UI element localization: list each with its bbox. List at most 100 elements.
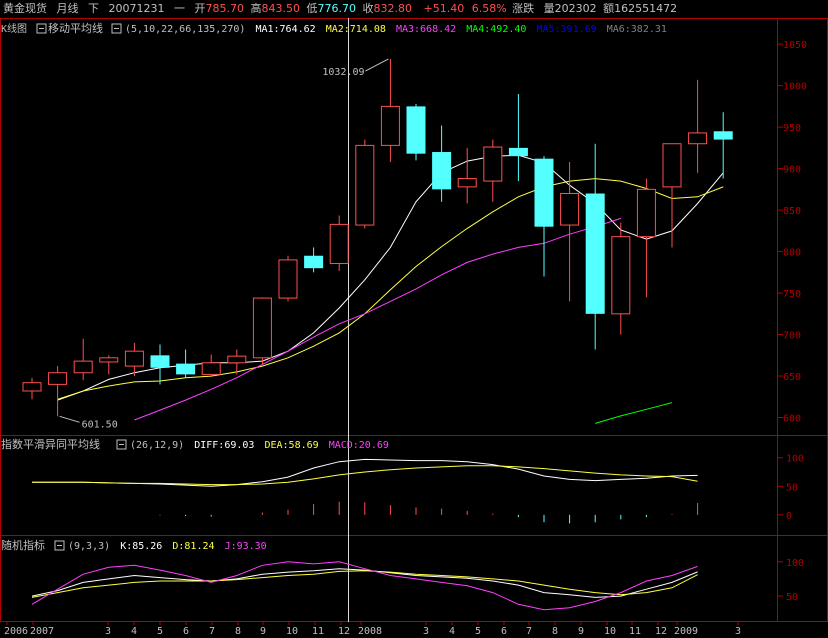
amount-value: 162551472	[614, 2, 677, 15]
x-tick-label: 4	[449, 626, 455, 637]
candle-body-up	[483, 146, 503, 182]
candle-body-up	[252, 297, 272, 359]
y-tick-label: 0	[786, 511, 792, 522]
close-value: 832.80	[374, 2, 413, 15]
candle-body-up	[380, 105, 400, 146]
high-annotation-label: 1032.09	[322, 67, 364, 78]
y-tick-label: 50	[786, 482, 798, 493]
low-value: 776.70	[318, 2, 357, 15]
y-tick-label: 650	[783, 372, 801, 383]
x-tick-label: 5	[475, 626, 481, 637]
low-annotation-leader	[59, 415, 80, 423]
dea-label: DEA:58.69	[264, 440, 318, 451]
x-tick-label: 7	[526, 626, 532, 637]
x-tick-label: 12	[655, 626, 667, 637]
j-line	[31, 561, 698, 611]
x-tick-label: 2009	[674, 626, 698, 637]
x-tick-label: 6	[183, 626, 189, 637]
open-label: 开	[195, 2, 206, 15]
j-label: J:93.30	[225, 541, 267, 552]
y-tick-label: 700	[783, 331, 801, 342]
header-bar: 黄金现货 月线 下 20071231 一 开785.70 高843.50 低77…	[3, 1, 677, 15]
open-value: 785.70	[206, 2, 245, 15]
kdj-y-axis: 50 100	[778, 558, 804, 603]
high-label: 高	[251, 1, 262, 15]
x-tick-label: 9	[260, 626, 266, 637]
volume-value: 202302	[555, 2, 597, 15]
main-panel-title: K线图	[1, 22, 27, 35]
volume-label: 量	[544, 2, 555, 15]
x-tick-label: 3	[105, 626, 111, 637]
y-tick-label: 750	[783, 289, 801, 300]
x-tick-label: 11	[312, 626, 324, 637]
y-tick-label: 100	[786, 558, 804, 569]
candle-body-up	[662, 143, 682, 188]
kdj-params: (9,3,3)	[68, 541, 110, 552]
candle-body-down	[585, 193, 605, 314]
k-label: K:85.26	[120, 541, 162, 552]
x-tick-label: 12	[338, 626, 350, 637]
x-tick-label: 9	[578, 626, 584, 637]
x-tick-label: 8	[235, 626, 241, 637]
low-label: 低	[307, 2, 318, 15]
candle-body-up	[73, 360, 93, 374]
kdj-legend-text: (9,3,3) K:85.26 D:81.24 J:93.30	[68, 541, 267, 552]
date-label: 20071231	[109, 2, 165, 15]
change-pct: 6.58%	[472, 2, 507, 15]
candle-body-up	[329, 223, 349, 264]
amount-label: 额	[603, 2, 614, 15]
mode-label: 下	[88, 2, 99, 15]
y-tick-label: 600	[783, 414, 801, 425]
candle-body-down	[150, 355, 170, 368]
instrument-name: 黄金现货	[3, 1, 47, 15]
x-tick-label: 2007	[30, 626, 54, 637]
y-tick-label: 950	[783, 123, 801, 134]
candle-body-down	[304, 255, 324, 269]
macd-params: (26,12,9)	[130, 440, 184, 451]
ma6-label: MA6:382.31	[607, 24, 667, 35]
high-annotation-leader	[365, 58, 389, 72]
x-tick-label: 7	[209, 626, 215, 637]
candle-body-up	[688, 132, 708, 145]
y-tick-label: 50	[786, 592, 798, 603]
x-tick-label: 3	[735, 626, 741, 637]
candle-body-up	[124, 350, 144, 367]
x-tick-label: 8	[552, 626, 558, 637]
macd-indicator-name: 指数平滑异同平均线	[1, 437, 100, 451]
candle-body-up	[636, 188, 656, 238]
candle-body-down	[432, 152, 452, 190]
candle-body-down	[176, 363, 196, 375]
kdj-indicator-name: 随机指标	[1, 538, 45, 552]
x-axis-labels: 2006 2007 3 4 5 6 7 8 9 10 11 12 2008 3 4 5 6 7 8 9 10 11 12 20…	[4, 622, 741, 637]
weekday-label: 一	[174, 2, 185, 15]
d-line	[31, 570, 698, 598]
candle-body-up	[99, 357, 119, 363]
period-label: 月线	[57, 1, 79, 15]
stock-chart: 黄金现货 月线 下 20071231 一 开785.70 高843.50 低77…	[0, 1, 828, 637]
diff-label: DIFF:69.03	[194, 440, 254, 451]
y-tick-label: 1000	[783, 82, 807, 93]
candle-body-down	[713, 131, 733, 140]
x-tick-label: 5	[157, 626, 163, 637]
macd-label: MACD:20.69	[329, 440, 389, 451]
candle-body-down	[508, 147, 528, 157]
ma-line-ma3	[134, 217, 621, 421]
y-tick-label: 1050	[783, 40, 807, 51]
candle-body-up	[201, 362, 221, 375]
candle-body-down	[534, 158, 554, 227]
x-tick-label: 10	[604, 626, 616, 637]
x-tick-label: 4	[131, 626, 137, 637]
kdj-plot	[31, 561, 698, 611]
candlesticks	[22, 59, 733, 417]
candle-body-up	[611, 236, 631, 315]
ma-legend-text: (5,10,22,66,135,270) MA1:764.62 MA2:714.…	[125, 24, 667, 35]
ma-indicator-name: 移动平均线	[48, 21, 103, 35]
macd-panel-frame	[0, 435, 828, 536]
ma-line-ma4	[595, 402, 673, 424]
y-tick-label: 800	[783, 248, 801, 259]
ma2-label: MA2:714.08	[326, 24, 386, 35]
candle-body-up	[278, 259, 298, 299]
y-tick-label: 850	[783, 206, 801, 217]
x-tick-label: 2006	[4, 626, 28, 637]
candle-body-up	[560, 193, 580, 226]
